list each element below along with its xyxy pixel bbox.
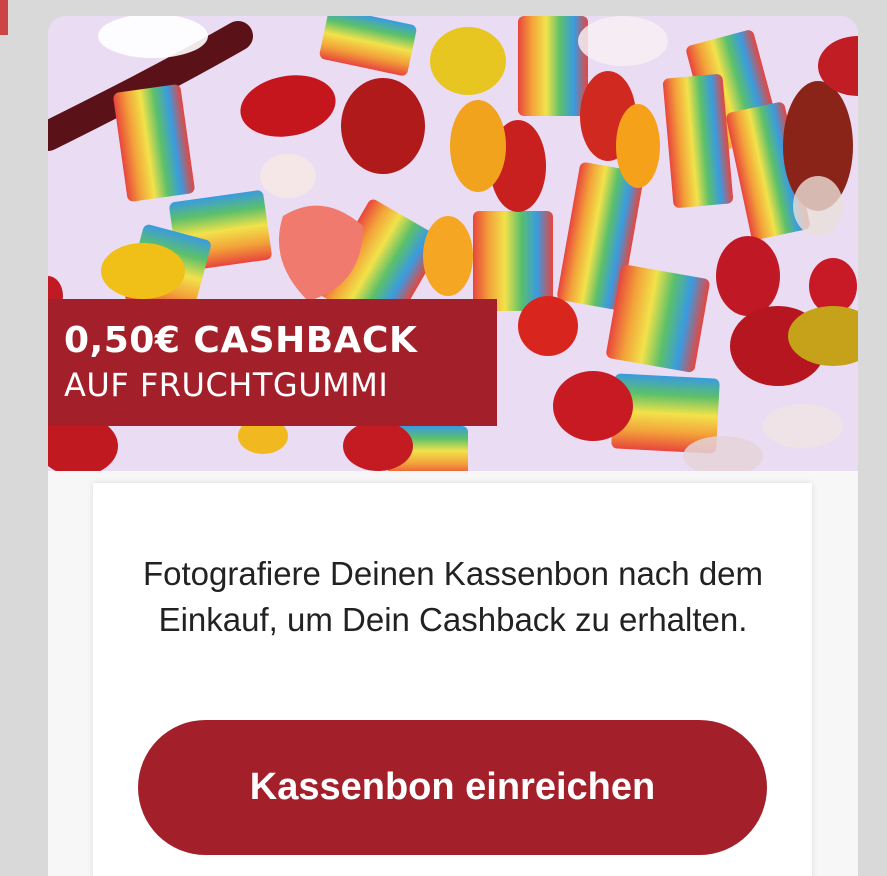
offer-hero-image: 0,50€ CASHBACK AUF FRUCHTGUMMI [48,16,858,471]
cashback-badge: 0,50€ CASHBACK AUF FRUCHTGUMMI [48,299,497,426]
cashback-category: AUF FRUCHTGUMMI [64,366,389,404]
submit-receipt-button[interactable]: Kassenbon einreichen [138,720,767,855]
cashback-amount: 0,50€ CASHBACK [64,320,418,361]
offer-details-panel: Fotografiere Deinen Kassenbon nach dem E… [93,483,812,876]
adjacent-card-edge [0,0,8,876]
offer-card[interactable]: 0,50€ CASHBACK AUF FRUCHTGUMMI Fotografi… [48,16,858,876]
instruction-text: Fotografiere Deinen Kassenbon nach dem E… [142,555,764,638]
